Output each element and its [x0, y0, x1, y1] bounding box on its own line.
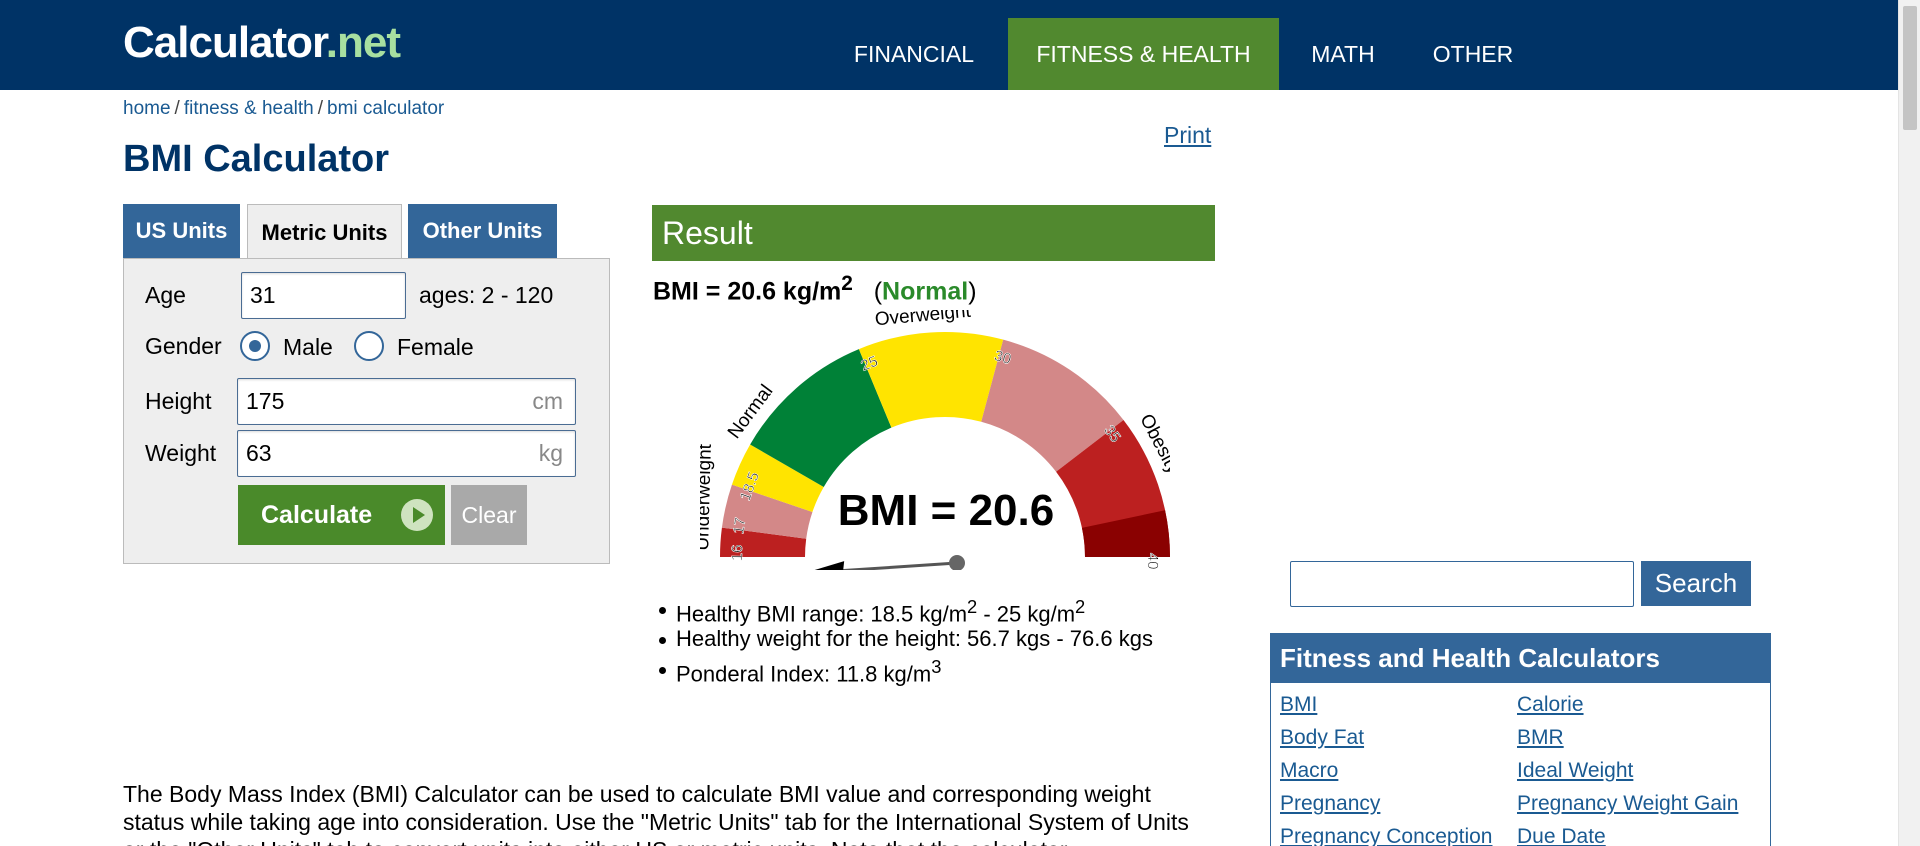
calculate-button[interactable]: Calculate [238, 485, 445, 545]
age-value: 31 [250, 282, 276, 308]
bmi-description: The Body Mass Index (BMI) Calculator can… [123, 781, 1189, 846]
top-navigation-bar: Calculator.net FINANCIAL FITNESS & HEALT… [0, 0, 1898, 90]
healthy-bmi-range: Healthy BMI range: 18.5 kg/m2 - 25 kg/m2 [659, 596, 1153, 626]
status-open-paren: ( [873, 277, 883, 306]
result-summary: BMI = 20.6 kg/m2 (Normal) [653, 272, 977, 306]
height-unit: cm [532, 388, 563, 414]
breadcrumb-bmi-calculator[interactable]: bmi calculator [327, 98, 444, 119]
nav-financial[interactable]: FINANCIAL [828, 18, 1000, 90]
tab-us-units[interactable]: US Units [123, 204, 240, 258]
tab-metric-units[interactable]: Metric Units [247, 204, 402, 260]
weight-unit: kg [538, 440, 563, 466]
sidebar-link-bmr[interactable]: BMR [1517, 726, 1564, 750]
sidebar-link-bmi[interactable]: BMI [1280, 693, 1317, 717]
breadcrumb: home / fitness & health / bmi calculator [123, 98, 445, 119]
logo-text: Calculator [123, 18, 327, 67]
logo-tld: .net [325, 18, 401, 67]
gauge-tick-label: 40 [1144, 553, 1161, 570]
nav-fitness-health[interactable]: FITNESS & HEALTH [1008, 18, 1279, 90]
gender-female-radio[interactable] [354, 331, 384, 361]
breadcrumb-home[interactable]: home [123, 98, 171, 119]
sidebar-link-pregnancy-weight-gain[interactable]: Pregnancy Weight Gain [1517, 792, 1738, 816]
gauge-needle [834, 561, 958, 570]
scrollbar-thumb[interactable] [1903, 6, 1917, 130]
age-input[interactable]: 31 [241, 272, 406, 319]
sidebar-box-title: Fitness and Health Calculators [1271, 634, 1770, 683]
age-hint: ages: 2 - 120 [419, 282, 554, 308]
height-label: Height [145, 388, 212, 414]
sidebar-link-due-date[interactable]: Due Date [1517, 825, 1606, 846]
result-stats: Healthy BMI range: 18.5 kg/m2 - 25 kg/m2… [652, 596, 1153, 686]
breadcrumb-fitness-health[interactable]: fitness & health [184, 98, 314, 119]
vertical-scrollbar[interactable] [1898, 0, 1920, 846]
calculate-label: Calculate [261, 500, 373, 529]
healthy-weight: Healthy weight for the height: 56.7 kgs … [659, 626, 1153, 656]
status-close-paren: ) [968, 277, 977, 306]
height-input[interactable]: 175 cm [237, 378, 576, 425]
gauge-tick-label: 16 [729, 544, 746, 561]
gender-label: Gender [145, 333, 222, 359]
gender-male-label[interactable]: Male [283, 334, 333, 361]
gender-female-label[interactable]: Female [397, 334, 474, 361]
tab-other-units[interactable]: Other Units [408, 204, 557, 258]
search-input[interactable] [1290, 561, 1634, 607]
result-header: Result [652, 205, 1215, 261]
clear-button[interactable]: Clear [451, 485, 527, 545]
gauge-value-text: BMI = 20.6 [838, 486, 1054, 535]
gauge-needle-pivot [949, 555, 965, 570]
nav-other[interactable]: OTHER [1407, 18, 1539, 90]
sidebar-link-body-fat[interactable]: Body Fat [1280, 726, 1364, 750]
ponderal-index: Ponderal Index: 11.8 kg/m3 [659, 656, 1153, 686]
sidebar-link-pregnancy[interactable]: Pregnancy [1280, 792, 1380, 816]
gauge-category-label: Underweight [700, 443, 716, 551]
bmi-result-sup: 2 [841, 272, 853, 295]
sidebar-link-pregnancy-conception[interactable]: Pregnancy Conception [1280, 825, 1492, 846]
gender-male-radio[interactable] [240, 331, 270, 361]
gauge-category-label: Overweight [874, 310, 972, 330]
gauge-needle-head [814, 561, 845, 570]
sidebar-link-ideal-weight[interactable]: Ideal Weight [1517, 759, 1633, 783]
weight-label: Weight [145, 440, 217, 466]
page-title: BMI Calculator [123, 138, 390, 180]
print-link[interactable]: Print [1164, 122, 1211, 149]
site-logo[interactable]: Calculator.net [123, 18, 401, 68]
bmi-result-text: BMI = 20.6 kg/m [653, 277, 842, 306]
weight-input[interactable]: 63 kg [237, 430, 576, 477]
search-button[interactable]: Search [1641, 561, 1751, 606]
bmi-status: Normal [882, 277, 969, 306]
weight-value: 63 [246, 440, 272, 466]
sidebar-link-macro[interactable]: Macro [1280, 759, 1338, 783]
age-label: Age [145, 282, 186, 308]
sidebar-link-calorie[interactable]: Calorie [1517, 693, 1584, 717]
play-icon [401, 499, 433, 531]
height-value: 175 [246, 388, 285, 414]
gauge-tick-label: 17 [730, 516, 749, 535]
nav-math[interactable]: MATH [1287, 18, 1399, 90]
bmi-gauge: 161718.525 303540UnderweightNormalOverwei… [700, 310, 1170, 570]
